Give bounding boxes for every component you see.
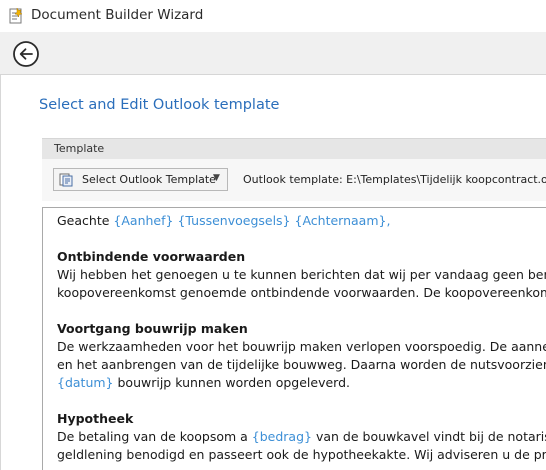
merge-field: {Tussenvoegsels} <box>177 213 291 228</box>
merge-field: {Aanhef} <box>113 213 174 228</box>
template-path-text: Outlook template: E:\Templates\Tijdelijk… <box>243 173 546 186</box>
back-arrow-icon[interactable] <box>12 40 40 68</box>
paragraph-text: van de bouwkavel vindt bij de notaris pl… <box>315 429 546 444</box>
paragraph-text: De betaling van de koopsom a <box>57 429 252 444</box>
paragraph-line: De werkzaamheden voor het bouwrijp maken… <box>57 339 546 354</box>
paragraph-line: geldlening benodigd en passeert ook de h… <box>57 447 546 462</box>
select-outlook-template-button[interactable]: Select Outlook Template ▼ <box>53 168 228 191</box>
paragraph-text: bouwrijp kunnen worden opgeleverd. <box>113 375 351 390</box>
paragraph-line: koopovereenkomst genoemde ontbindende vo… <box>57 285 546 300</box>
outlook-template-icon <box>59 173 73 187</box>
template-section-header: Template <box>42 138 546 159</box>
navigation-bar <box>0 32 546 75</box>
template-toolbar: Select Outlook Template ▼ Outlook templa… <box>42 159 546 201</box>
merge-field: {Achternaam} <box>294 213 387 228</box>
greeting-punctuation: , <box>386 213 391 228</box>
section-heading: Hypotheek <box>57 411 134 426</box>
paragraph-line: Wij hebben het genoegen u te kunnen beri… <box>57 267 546 282</box>
chevron-down-icon: ▼ <box>213 173 220 183</box>
greeting-text: Geachte <box>57 213 114 228</box>
select-template-label: Select Outlook Template <box>82 173 216 186</box>
section-heading: Ontbindende voorwaarden <box>57 249 246 264</box>
title-bar: Document Builder Wizard <box>0 0 546 32</box>
template-editor[interactable]: Geachte {Aanhef} {Tussenvoegsels} {Achte… <box>42 207 546 470</box>
wizard-document-icon <box>9 8 23 24</box>
greeting-line: Geachte {Aanhef} {Tussenvoegsels} {Achte… <box>57 213 390 228</box>
section-heading: Voortgang bouwrijp maken <box>57 321 248 336</box>
paragraph-line: {datum} bouwrijp kunnen worden opgelever… <box>57 375 350 390</box>
merge-field: {bedrag} <box>251 429 312 444</box>
merge-field: {datum} <box>57 375 114 390</box>
paragraph-line: en het aanbrengen van de tijdelijke bouw… <box>57 357 546 372</box>
paragraph-line: De betaling van de koopsom a {bedrag} va… <box>57 429 546 444</box>
page-title: Select and Edit Outlook template <box>39 97 280 113</box>
section-label: Template <box>54 142 105 155</box>
window-title: Document Builder Wizard <box>31 7 204 23</box>
